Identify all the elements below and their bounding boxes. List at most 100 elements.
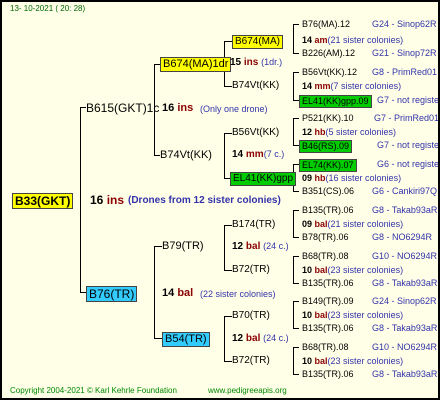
node-ab[interactable]: B74Vt(KK) [160,150,212,161]
connector [154,338,162,339]
node-bba1[interactable]: B149(TR).09 [302,297,354,306]
code-bbb2: G8 - Takab93aR [372,369,438,379]
connector [224,316,225,362]
code-abb1: G6 - not registe [377,159,440,169]
connector [224,225,225,271]
node-aba1[interactable]: P521(KK).10 [302,114,354,123]
connector [293,237,299,238]
node-aba2[interactable]: B46(RS).09 [299,140,353,153]
aa-generation: 15 ins (1dr.) [230,57,283,68]
code-aaa2: G21 - Sinop72R [372,48,437,58]
ab-generation: 14 mm(7 c.) [232,149,285,160]
code-bab2: G8 - Takab93aR [372,278,438,288]
node-aab2[interactable]: EL41(KK)gpp.09 [299,95,372,108]
connector [154,246,162,247]
node-a[interactable]: B615(GKT)1c [86,102,159,114]
connector [293,328,299,329]
connector [293,72,299,73]
node-baa[interactable]: B174(TR) [232,220,275,230]
code-aab1: G8 - PrimRed01 [372,67,438,77]
code-baa2: G8 - NO6294R [372,232,433,242]
connector [293,72,294,101]
connector [293,374,299,375]
code-baa1: G8 - Takab93aR [372,205,438,215]
connector [293,347,299,348]
node-bab[interactable]: B72(TR) [232,265,270,275]
connector [293,118,299,119]
node-abb1[interactable]: EL74(KK).07 [299,159,357,172]
connector [293,283,299,284]
footer-copyright: Copyright 2004-2021 © Karl Kehrle Founda… [10,386,177,395]
node-baa1[interactable]: B135(TR).06 [302,206,354,215]
connector [224,133,232,134]
a-generation: 16 ins [162,102,194,114]
code-bab1: G10 - NO6294R [372,251,438,261]
connector [293,210,299,211]
connector [293,301,294,329]
header-date: 13- 10-2021 ( 20: 28) [10,4,86,13]
connector [224,133,225,179]
b-generation: 14 bal [162,287,194,299]
connector [224,270,232,271]
footer-site-link[interactable]: www.pedigreeapis.org [208,387,287,395]
bba-generation: 10 bal(23 sister colonies) [302,310,404,320]
baa-generation: 09 bal(21 sister colonies) [302,219,404,229]
node-aab1[interactable]: B56Vt(KK).12 [302,68,357,77]
connector [293,53,299,54]
connector [293,301,299,302]
connector [224,86,232,87]
node-aa[interactable]: B674(MA)1dr [160,57,232,72]
code-aba1: G7 - PrimRed01 [374,113,440,123]
node-bba2[interactable]: B135(TR).06 [302,324,354,333]
node-root[interactable]: B33(GKT) [12,193,74,209]
root-generation: 16 ins [90,193,125,207]
node-abb[interactable]: EL41(KK)gpp [230,172,297,186]
b-note: (22 sister colonies) [200,289,276,299]
connector [224,41,232,42]
connector [293,24,299,25]
aaa-generation: 14 am(21 sister colonies) [302,35,404,45]
root-note: (Drones from 12 sister colonies) [128,195,281,206]
node-bbb2[interactable]: B135(TR).06 [302,370,354,379]
node-abb2[interactable]: B351(CS).06 [302,187,354,196]
aba-generation: 12 hb(5 sister colonies) [302,127,397,137]
connector [293,210,294,238]
node-b[interactable]: B76(TR) [86,286,138,302]
connector [293,347,294,375]
ba-generation: 12 bal (24 c.) [232,241,289,252]
code-bba1: G24 - Sinop62R [372,296,437,306]
connector [293,256,299,257]
connector [293,118,294,146]
bab-generation: 10 bal(23 sister colonies) [302,265,404,275]
node-bab1[interactable]: B68(TR).08 [302,252,349,261]
node-aab[interactable]: B74Vt(KK) [232,81,279,91]
node-bbb1[interactable]: B68(TR).08 [302,343,349,352]
connector [293,256,294,284]
aab-generation: 14 mm(7 sister colonies) [302,81,402,91]
connector [224,316,232,317]
pedigree-chart: 13- 10-2021 ( 20: 28) B33(GKT) 16 ins (D… [0,0,440,400]
node-aaa1[interactable]: B76(MA).12 [302,20,350,29]
code-aaa1: G24 - Sinop62R [372,19,437,29]
connector [293,191,299,192]
connector [80,107,81,293]
code-abb2: G6 - Cankiri97Q [372,186,438,196]
bbb-generation: 10 bal(23 sister colonies) [302,356,404,366]
node-aaa2[interactable]: B226(AM).12 [302,49,355,58]
connector [224,225,232,226]
node-bba[interactable]: B70(TR) [232,311,270,321]
node-bb[interactable]: B54(TR) [162,332,210,347]
connector [154,246,155,338]
node-aba[interactable]: B56Vt(KK) [232,128,279,138]
node-bab2[interactable]: B135(TR).06 [302,279,354,288]
a-note: (Only one drone) [200,104,268,114]
node-baa2[interactable]: B78(TR).06 [302,233,349,242]
node-aaa[interactable]: B674(MA) [232,35,284,49]
node-bbb[interactable]: B72(TR) [232,356,270,366]
code-aba2: G7 - not registe [377,140,440,150]
bb-generation: 12 bal (24 c.) [232,333,289,344]
code-bbb1: G10 - NO6294R [372,342,438,352]
code-bba2: G8 - Takab93aR [372,323,438,333]
node-ba[interactable]: B79(TR) [162,241,204,252]
abb-generation: 09 hb(16 sister colonies) [302,173,402,183]
